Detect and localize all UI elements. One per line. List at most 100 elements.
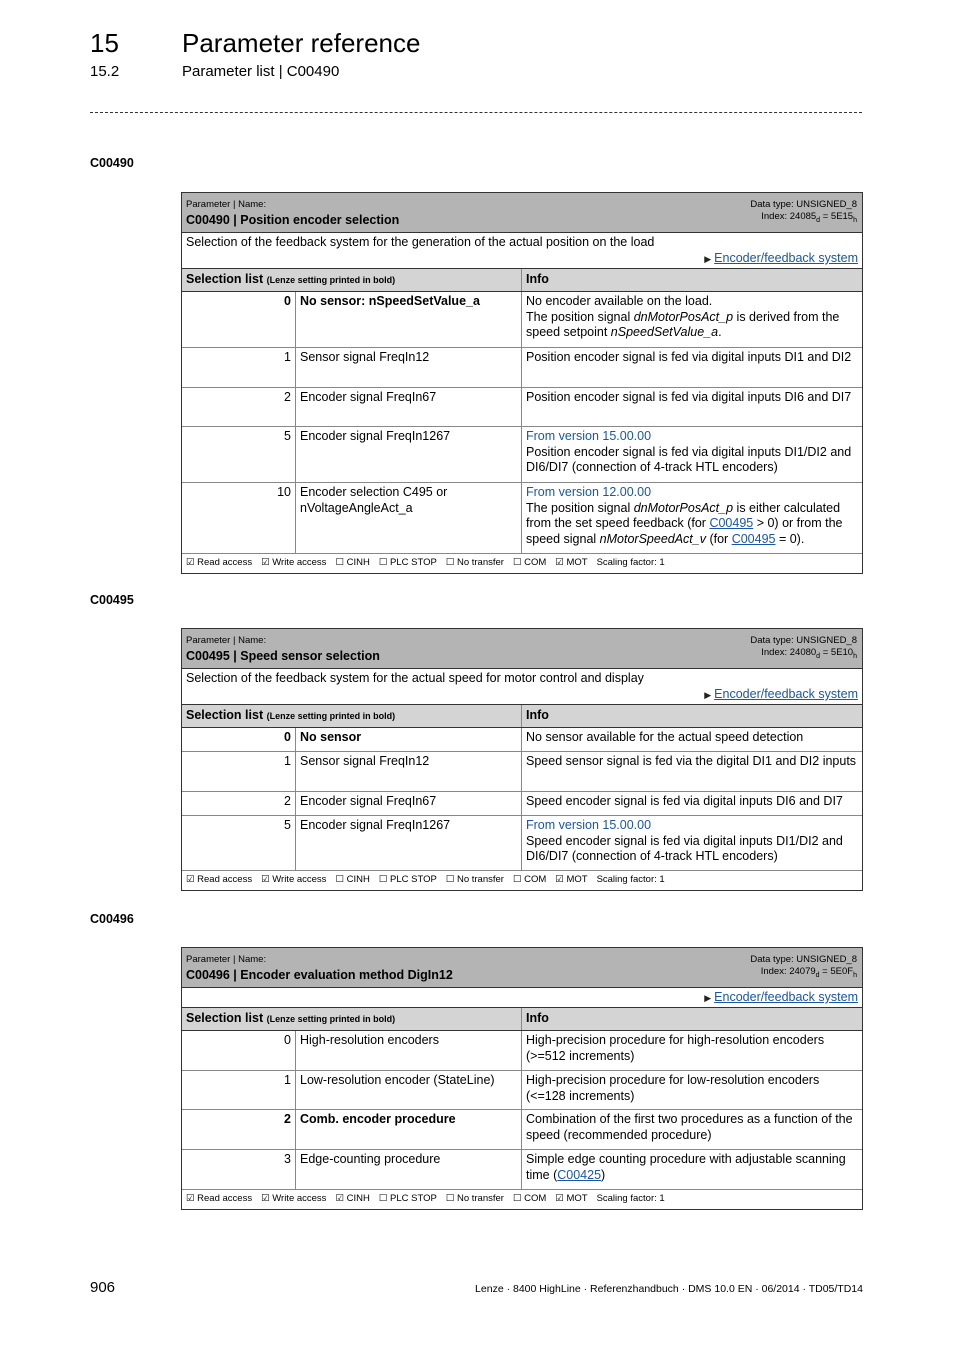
param-name: C00495 | Speed sensor selection <box>186 649 380 663</box>
write-access-flag: ☑ Write access <box>261 1193 327 1204</box>
data-type: Data type: UNSIGNED_8 <box>750 635 857 646</box>
info-label: Info <box>526 708 549 722</box>
table-row: 1 Sensor signal FreqIn12 Position encode… <box>182 348 862 388</box>
selection-list-note: (Lenze setting printed in bold) <box>266 1014 396 1024</box>
option-info: Speed sensor signal is fed via the digit… <box>526 754 857 768</box>
read-access-flag: ☑ Read access <box>186 557 253 568</box>
option-name: Low-resolution encoder (StateLine) <box>296 1071 522 1109</box>
selection-list-note: (Lenze setting printed in bold) <box>266 275 396 285</box>
option-value: 3 <box>182 1150 296 1189</box>
chapter-number: 15 <box>90 28 119 58</box>
mot-flag: ☑ MOT <box>555 1193 588 1204</box>
option-info: No sensor available for the actual speed… <box>526 730 804 744</box>
write-access-flag: ☑ Write access <box>261 557 327 568</box>
option-info: Position encoder signal is fed via digit… <box>526 390 852 404</box>
version-note: From version 12.00.00 <box>526 485 652 499</box>
selection-list-label: Selection list <box>186 272 264 286</box>
arrow-right-icon: ▶ <box>704 254 712 264</box>
param-header: Parameter | Name: C00496 | Encoder evalu… <box>182 948 862 988</box>
param-description: Selection of the feedback system for the… <box>182 233 862 269</box>
param-name: C00496 | Encoder evaluation method DigIn… <box>186 968 453 982</box>
plc-stop-flag: ☐ PLC STOP <box>378 874 437 885</box>
table-row: 2 Comb. encoder procedure Combination of… <box>182 1110 862 1150</box>
c00495-link[interactable]: C00495 <box>709 516 753 530</box>
option-value: 0 <box>182 292 296 347</box>
option-info: Position encoder signal is fed via digit… <box>526 350 852 364</box>
mot-flag: ☑ MOT <box>555 874 588 885</box>
option-value: 0 <box>182 1031 296 1070</box>
encoder-feedback-link[interactable]: Encoder/feedback system <box>714 687 858 701</box>
param-index: Index: 24079d = 5E0Fh <box>760 966 857 979</box>
table-row: 1 Sensor signal FreqIn12 Speed sensor si… <box>182 752 862 792</box>
table-row: 5 Encoder signal FreqIn1267 From version… <box>182 816 862 871</box>
option-info: From version 15.00.00 Speed encoder sign… <box>522 816 862 870</box>
cinh-flag: ☐ CINH <box>335 557 370 568</box>
option-info: High-precision procedure for low-resolut… <box>526 1073 820 1103</box>
option-info: From version 15.00.00 Position encoder s… <box>522 427 862 482</box>
read-access-flag: ☑ Read access <box>186 874 253 885</box>
info-label: Info <box>526 1011 549 1025</box>
table-row: 5 Encoder signal FreqIn1267 From version… <box>182 427 862 483</box>
data-type: Data type: UNSIGNED_8 <box>750 954 857 965</box>
param-description: ▶ Encoder/feedback system <box>182 988 862 1008</box>
version-note: From version 15.00.00 <box>526 818 652 832</box>
c00425-link[interactable]: C00425 <box>557 1168 601 1182</box>
param-table-c00496: Parameter | Name: C00496 | Encoder evalu… <box>181 947 863 1210</box>
option-name: No sensor: nSpeedSetValue_a <box>296 292 522 347</box>
option-value: 1 <box>182 348 296 387</box>
write-access-flag: ☑ Write access <box>261 874 327 885</box>
param-header: Parameter | Name: C00495 | Speed sensor … <box>182 629 862 669</box>
selection-list-label: Selection list <box>186 1011 264 1025</box>
no-transfer-flag: ☐ No transfer <box>445 1193 504 1204</box>
param-label: Parameter | Name: <box>186 635 267 646</box>
dashed-divider <box>90 112 862 113</box>
param-index: Index: 24080d = 5E10h <box>761 647 857 660</box>
version-note: From version 15.00.00 <box>526 429 652 443</box>
param-header: Parameter | Name: C00490 | Position enco… <box>182 193 862 233</box>
param-table-c00495: Parameter | Name: C00495 | Speed sensor … <box>181 628 863 891</box>
scaling-factor: Scaling factor: 1 <box>596 557 665 568</box>
table-row: 1 Low-resolution encoder (StateLine) Hig… <box>182 1071 862 1110</box>
no-transfer-flag: ☐ No transfer <box>445 557 504 568</box>
selection-list-header: Selection list (Lenze setting printed in… <box>182 705 862 728</box>
table-row: 0 No sensor No sensor available for the … <box>182 728 862 752</box>
anchor-c00490: C00490 <box>90 156 134 170</box>
com-flag: ☐ COM <box>512 874 547 885</box>
table-row: 0 High-resolution encoders High-precisio… <box>182 1031 862 1071</box>
selection-list-label: Selection list <box>186 708 264 722</box>
option-value: 0 <box>182 728 296 751</box>
option-info: High-precision procedure for high-resolu… <box>526 1033 825 1063</box>
anchor-c00496: C00496 <box>90 912 134 926</box>
option-info: Combination of the first two procedures … <box>526 1112 853 1142</box>
cinh-flag: ☑ CINH <box>335 1193 370 1204</box>
table-row: 2 Encoder signal FreqIn67 Position encod… <box>182 388 862 427</box>
option-value: 10 <box>182 483 296 553</box>
section-number: 15.2 <box>90 63 120 80</box>
option-name: No sensor <box>296 728 522 751</box>
com-flag: ☐ COM <box>512 1193 547 1204</box>
param-index: Index: 24085d = 5E15h <box>761 211 857 224</box>
scaling-factor: Scaling factor: 1 <box>596 874 665 885</box>
arrow-right-icon: ▶ <box>704 690 712 700</box>
option-value: 2 <box>182 388 296 426</box>
access-flags: ☑ Read access ☑ Write access ☐ CINH ☐ PLC S… <box>182 871 862 890</box>
option-name: Encoder signal FreqIn1267 <box>296 427 522 482</box>
param-label: Parameter | Name: <box>186 954 267 965</box>
encoder-feedback-link[interactable]: Encoder/feedback system <box>714 990 858 1004</box>
option-name: Encoder selection C495 or nVoltageAngleA… <box>296 483 522 553</box>
c00495-link[interactable]: C00495 <box>732 532 776 546</box>
table-row: 0 No sensor: nSpeedSetValue_a No encoder… <box>182 292 862 348</box>
option-value: 2 <box>182 792 296 815</box>
param-description: Selection of the feedback system for the… <box>182 669 862 705</box>
mot-flag: ☑ MOT <box>555 557 588 568</box>
option-name: Encoder signal FreqIn1267 <box>296 816 522 870</box>
plc-stop-flag: ☐ PLC STOP <box>378 557 437 568</box>
option-name: Sensor signal FreqIn12 <box>296 752 522 791</box>
access-flags: ☑ Read access ☑ Write access ☐ CINH ☐ PLC S… <box>182 554 862 573</box>
param-label: Parameter | Name: <box>186 199 267 210</box>
option-name: Comb. encoder procedure <box>296 1110 522 1149</box>
encoder-feedback-link[interactable]: Encoder/feedback system <box>714 251 858 265</box>
option-name: Sensor signal FreqIn12 <box>296 348 522 387</box>
chapter-title: Parameter reference <box>182 28 421 58</box>
option-name: High-resolution encoders <box>296 1031 522 1070</box>
